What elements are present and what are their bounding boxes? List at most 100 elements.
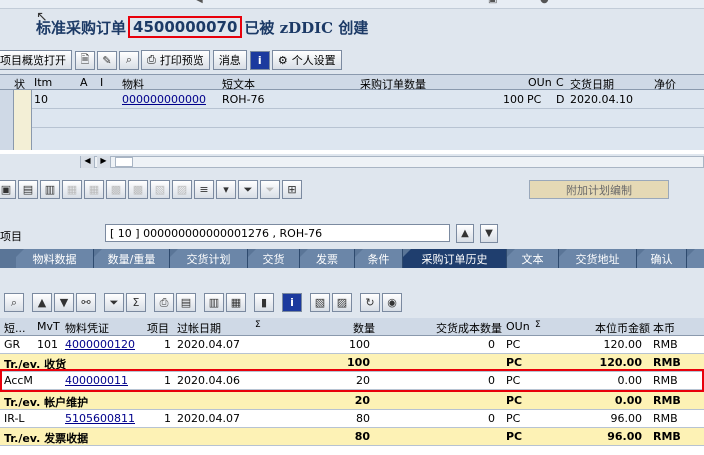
document-icon[interactable]: 🗎 [75, 50, 95, 70]
row-item: 1 [164, 412, 171, 425]
item-oun[interactable]: PC [527, 93, 541, 106]
col-local-amount[interactable]: 本位币金额 [560, 320, 650, 336]
row-amount: 120.00 [599, 356, 642, 369]
tab-more[interactable] [687, 249, 704, 268]
detail-view-icon[interactable]: ▤ [18, 180, 38, 199]
tab-conditions[interactable]: 条件 [355, 249, 403, 268]
item-row[interactable]: 10 000000000000 ROH-76 100 PC D 2020.04.… [32, 90, 704, 109]
layout-change-icon[interactable]: ▨ [332, 293, 352, 312]
create-session-icon[interactable]: ▣ [488, 0, 497, 5]
delete-icon[interactable]: ▦ [62, 180, 82, 199]
block-icon[interactable]: ▨ [172, 180, 192, 199]
row-material-doc-link[interactable]: 5105600811 [65, 412, 135, 425]
col-oun[interactable]: OUn [528, 76, 552, 89]
lock-icon[interactable]: ▩ [106, 180, 126, 199]
subtotal-row[interactable]: Tr./ev. 帐户维护 20 PC 0.00 RMB [0, 392, 704, 410]
currency-icon[interactable]: ◉ [382, 293, 402, 312]
subtotal-row[interactable]: Tr./ev. 发票收据 80 PC 96.00 RMB [0, 428, 704, 446]
sort-ascending-icon[interactable]: ▲ [32, 293, 52, 312]
paste-icon[interactable]: ▧ [150, 180, 170, 199]
filter-icon[interactable]: ⏷ [238, 180, 258, 199]
sum-icon[interactable]: ⊞ [282, 180, 302, 199]
scroll-thumb[interactable] [115, 157, 133, 167]
display-icon[interactable]: ⌕ [119, 50, 139, 70]
sort-down-icon[interactable]: ▾ [216, 180, 236, 199]
tab-delivery-schedule[interactable]: 交货计划 [170, 249, 248, 268]
row-material-doc-link[interactable]: 400000011 [65, 374, 128, 387]
back-icon[interactable]: ◀ [195, 0, 203, 5]
empty-row[interactable] [32, 109, 704, 128]
print-preview-button[interactable]: ⎙ 打印预览 [141, 50, 210, 70]
item-c[interactable]: D [556, 93, 564, 106]
col-short-text[interactable]: 短... [4, 320, 26, 336]
chart-icon[interactable]: ▮ [254, 293, 274, 312]
empty-row[interactable] [32, 128, 704, 150]
help-icon[interactable]: ● [540, 0, 549, 5]
col-sum-icon[interactable]: Σ [535, 320, 541, 330]
row-short: Tr./ev. 帐户维护 [4, 396, 89, 409]
row-material-doc-link[interactable]: 4000000120 [65, 338, 135, 351]
detail-icon[interactable]: ⌕ [4, 293, 24, 312]
item-material[interactable]: 000000000000 [122, 93, 220, 106]
col-c[interactable]: C [556, 76, 564, 89]
col-mvt[interactable]: MvT [37, 320, 60, 333]
scroll-right-icon[interactable]: ▶ [97, 156, 111, 168]
table-row[interactable]: AccM 400000011 1 2020.04.06 20 0 PC 0.00… [0, 372, 704, 390]
filter-clear-icon[interactable]: ⏷ [260, 180, 280, 199]
refresh-icon[interactable]: ↻ [360, 293, 380, 312]
tab-delivery-address[interactable]: 交货地址 [559, 249, 637, 268]
sort-icon[interactable]: ≡ [194, 180, 214, 199]
scroll-left-icon[interactable]: ◀ [81, 156, 95, 168]
info-icon[interactable]: i [249, 50, 270, 70]
set-filter-icon[interactable]: ⏷ [104, 293, 124, 312]
col-delivery-cost-qty[interactable]: 交货成本数量 [380, 320, 502, 336]
find-icon[interactable]: ⚯ [76, 293, 96, 312]
tab-confirmations[interactable]: 确认 [637, 249, 687, 268]
layout-icon[interactable]: ▦ [226, 293, 246, 312]
tab-po-history[interactable]: 采购订单历史 [403, 249, 507, 268]
messages-button[interactable]: 消息 [212, 50, 247, 70]
col-item[interactable]: 项目 [147, 320, 169, 336]
col-sum-icon[interactable]: Σ [255, 320, 261, 330]
sort-descending-icon[interactable]: ▼ [54, 293, 74, 312]
table-row[interactable]: IR-L 5105600811 1 2020.04.07 80 0 PC 96.… [0, 410, 704, 428]
print-icon[interactable]: ⎙ [154, 293, 174, 312]
export-icon[interactable]: ▥ [204, 293, 224, 312]
title-prefix: 标准采购订单 [36, 18, 127, 37]
item-short-text[interactable]: ROH-76 [222, 93, 265, 106]
views-icon[interactable]: ▤ [176, 293, 196, 312]
col-i[interactable]: I [100, 76, 103, 89]
previous-item-icon[interactable]: ▲ [456, 224, 474, 243]
unlock-icon[interactable]: ▩ [128, 180, 148, 199]
col-local-currency[interactable]: 本币 [653, 320, 675, 336]
col-itm[interactable]: Itm [34, 76, 52, 89]
info-icon[interactable]: i [282, 293, 302, 312]
collapse-icon[interactable]: ▣ [0, 180, 16, 199]
tab-quantity-weight[interactable]: 数量/重量 [94, 249, 170, 268]
col-material-doc[interactable]: 物料凭证 [65, 320, 109, 336]
edit-icon[interactable]: ✎ [97, 50, 117, 70]
personal-settings-button[interactable]: ⚙ 个人设置 [271, 50, 342, 70]
detail-header-icon[interactable]: ▥ [40, 180, 60, 199]
layout-select-icon[interactable]: ▧ [310, 293, 330, 312]
cursor-icon: ↖ [36, 9, 48, 25]
item-selector-field[interactable]: [ 10 ] 000000000000001276 , ROH-76 [105, 224, 450, 242]
item-overview-open-button[interactable]: 项目概览打开 [0, 50, 72, 70]
tab-material-data[interactable]: 物料数据 [16, 249, 94, 268]
subtotal-row[interactable]: Tr./ev. 收货 100 PC 120.00 RMB [0, 354, 704, 372]
tab-invoice[interactable]: 发票 [300, 249, 355, 268]
col-posting-date[interactable]: 过帐日期 [177, 320, 221, 336]
col-a[interactable]: A [80, 76, 88, 89]
tab-delivery[interactable]: 交货 [248, 249, 300, 268]
horizontal-scrollbar[interactable]: ◀ ▶ [80, 156, 704, 168]
next-item-icon[interactable]: ▼ [480, 224, 498, 243]
tab-texts[interactable]: 文本 [507, 249, 559, 268]
total-icon[interactable]: Σ [126, 293, 146, 312]
col-oun[interactable]: OUn [506, 320, 530, 333]
additional-planning-button[interactable]: 附加计划编制 [529, 180, 669, 199]
item-qty[interactable]: 100 [432, 93, 524, 106]
table-row[interactable]: GR 101 4000000120 1 2020.04.07 100 0 PC … [0, 336, 704, 354]
copy-icon[interactable]: ▦ [84, 180, 104, 199]
item-date[interactable]: 2020.04.10 [570, 93, 633, 106]
col-quantity[interactable]: 数量 [320, 320, 375, 336]
